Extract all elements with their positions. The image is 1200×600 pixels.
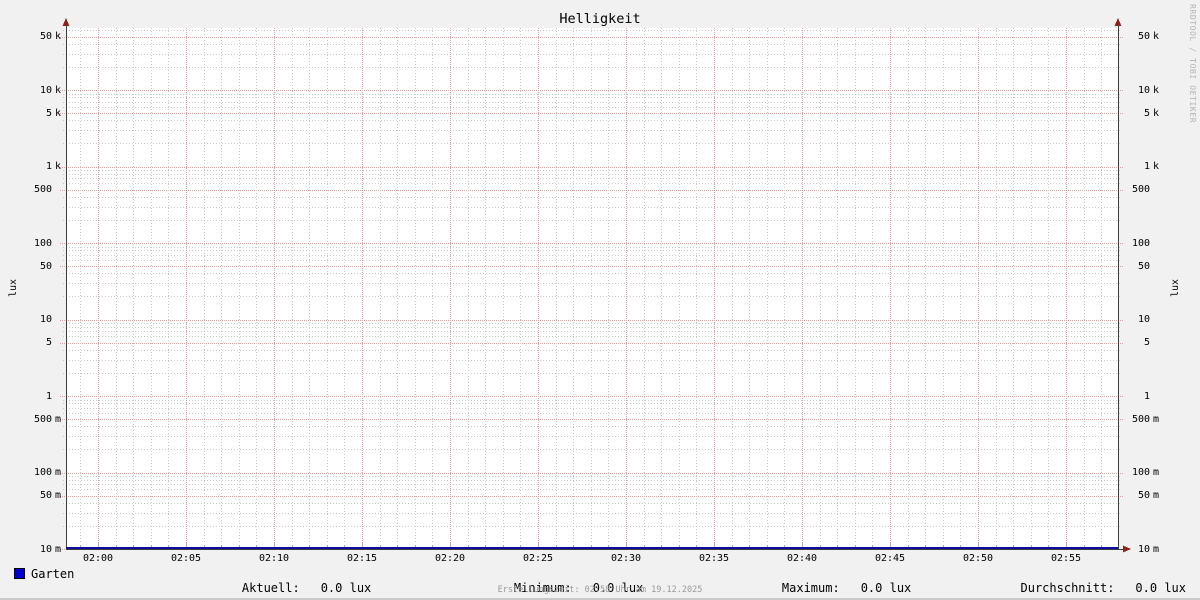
y-tick-label-right: 10 xyxy=(1137,543,1150,555)
x-tick-label: 02:20 xyxy=(434,553,466,564)
creation-timestamp: Erstellungszeit: 02:58 Uhr am 19.12.2025 xyxy=(497,585,703,595)
y-tick-unit-right: m xyxy=(1153,467,1160,478)
legend-series-label: Garten xyxy=(31,567,75,581)
y-tick-label-right: 500 xyxy=(1131,184,1150,195)
plot-area xyxy=(60,18,1131,553)
y-tick-label-left: 5 xyxy=(45,107,52,119)
x-tick-label: 02:25 xyxy=(522,553,554,564)
x-tick-label: 02:00 xyxy=(82,553,114,564)
rrdtool-graph-helligkeit: Helligkeit lux lux RRDTOOL / TOBI OETIKE… xyxy=(0,0,1200,600)
y-tick-label-right: 10 xyxy=(1137,314,1150,325)
stat-durchschnitt: Durchschnitt: 0.0 lux xyxy=(992,567,1187,598)
y-tick-label-right: 1 xyxy=(1143,390,1150,402)
y-tick-label-right: 500 xyxy=(1131,413,1150,425)
stat-maximum: Maximum: 0.0 lux xyxy=(753,567,911,598)
y-tick-unit-right: m xyxy=(1153,543,1160,555)
y-tick-label-left: 10 xyxy=(39,314,52,325)
y-tick-unit-right: m xyxy=(1153,413,1160,425)
y-tick-label-left: 100 xyxy=(33,467,52,478)
y-tick-label-left: 10 xyxy=(39,543,52,555)
x-tick-label: 02:35 xyxy=(698,553,730,564)
y-tick-unit-left: k xyxy=(55,107,62,119)
y-tick-label-right: 100 xyxy=(1131,237,1150,249)
y-tick-label-right: 100 xyxy=(1131,467,1150,478)
rrdtool-watermark: RRDTOOL / TOBI OETIKER xyxy=(1188,4,1197,124)
y-tick-unit-left: m xyxy=(55,467,62,478)
y-tick-unit-right: k xyxy=(1153,31,1160,42)
axis-arrow-right xyxy=(1123,545,1131,553)
y-tick-label-left: 10 xyxy=(39,84,52,96)
x-tick-label: 02:55 xyxy=(1050,553,1082,564)
y-tick-unit-left: k xyxy=(55,31,62,42)
y-tick-label-right: 5 xyxy=(1143,107,1150,119)
axis-arrow-up-right xyxy=(1114,18,1122,26)
y-tick-label-left: 50 xyxy=(39,31,52,42)
x-tick-label: 02:05 xyxy=(170,553,202,564)
y-tick-unit-left: m xyxy=(55,490,62,501)
stat-minimum: Minimum: 0.0 lux xyxy=(485,567,643,598)
legend-swatch-garten xyxy=(14,568,25,579)
y-tick-label-right: 5 xyxy=(1143,337,1150,348)
y-tick-label-right: 50 xyxy=(1137,31,1150,42)
x-tick-label: 02:15 xyxy=(346,553,378,564)
stat-aktuell: Aktuell: 0.0 lux xyxy=(213,567,371,598)
axis-arrow-up-left xyxy=(62,18,70,26)
y-tick-label-right: 50 xyxy=(1137,260,1150,272)
x-tick-label: 02:10 xyxy=(258,553,290,564)
y-tick-label-left: 500 xyxy=(33,184,52,195)
y-tick-unit-left: m xyxy=(55,413,62,425)
y-tick-label-left: 1 xyxy=(45,390,52,402)
y-tick-label-left: 50 xyxy=(39,260,52,272)
y-tick-unit-right: m xyxy=(1153,490,1160,501)
x-tick-label: 02:40 xyxy=(786,553,818,564)
y-tick-label-left: 50 xyxy=(39,490,52,501)
y-tick-label-left: 500 xyxy=(33,413,52,425)
y-tick-unit-right: k xyxy=(1153,84,1160,96)
y-tick-label-left: 1 xyxy=(45,161,52,172)
y-tick-unit-left: m xyxy=(55,543,62,555)
y-tick-label-right: 1 xyxy=(1143,161,1150,172)
x-tick-label: 02:50 xyxy=(962,553,994,564)
y-tick-unit-left: k xyxy=(55,161,62,172)
y-tick-label-right: 10 xyxy=(1137,84,1150,96)
y-tick-unit-right: k xyxy=(1153,161,1160,172)
y-tick-label-left: 5 xyxy=(45,337,52,348)
y-tick-unit-left: k xyxy=(55,84,62,96)
y-axis-unit-left: lux xyxy=(8,278,19,298)
x-tick-label: 02:45 xyxy=(874,553,906,564)
y-axis-unit-right: lux xyxy=(1170,278,1181,298)
y-tick-label-left: 100 xyxy=(33,237,52,249)
y-tick-label-right: 50 xyxy=(1137,490,1150,501)
y-tick-unit-right: k xyxy=(1153,107,1160,119)
x-tick-label: 02:30 xyxy=(610,553,642,564)
